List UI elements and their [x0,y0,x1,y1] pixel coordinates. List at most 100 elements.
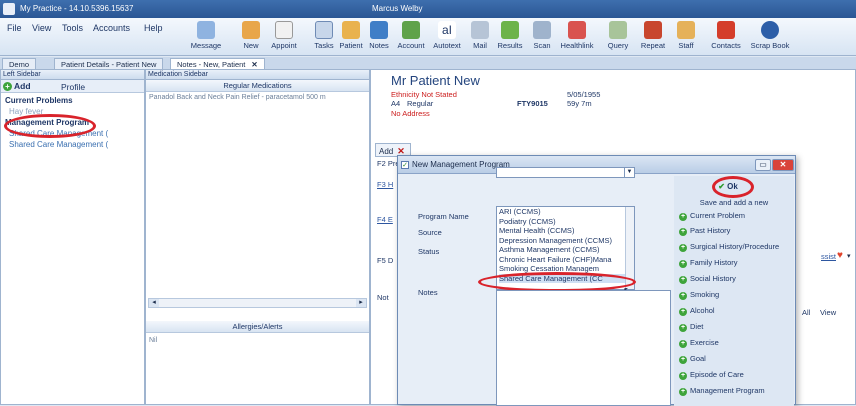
list-item[interactable]: Chronic Heart Failure (CHF)Mana [499,255,634,265]
mail-button[interactable]: Mail [468,20,492,54]
query-button[interactable]: Query [603,20,633,54]
contacts-button[interactable]: Contacts [706,20,746,54]
list-item[interactable]: ARI (CCMS) [499,207,634,217]
tree-current-problems[interactable]: Current Problems [5,95,140,106]
add-exercise-button[interactable]: + Exercise [679,338,719,348]
regular-medications-header: Regular Medications [146,80,369,92]
calendar-icon [275,21,293,39]
field-f4-label[interactable]: F4 E [377,215,393,224]
add-smoking-button[interactable]: + Smoking [679,290,719,300]
add-icon: + [679,292,687,300]
healthlink-button[interactable]: Healthlink [557,20,597,54]
assist-link[interactable]: ssist [821,252,836,261]
tab-notes[interactable]: Notes - New, Patient ✕ [170,58,265,69]
status-label: Status [418,247,440,256]
minimize-button[interactable]: ▭ [755,159,771,171]
repeat-button[interactable]: Repeat [636,20,670,54]
regular-medication-item[interactable]: Panadol Back and Neck Pain Relief - para… [146,92,369,103]
add-current-problem-button[interactable]: + Current Problem [679,211,745,221]
tab-demo[interactable]: Demo [2,58,37,69]
patient-icon [342,21,360,39]
tab-patient-details[interactable]: Patient Details - Patient New [54,58,164,69]
add-icon: + [679,228,687,236]
title-bar: My Practice - 14.10.5396.15637 Marcus We… [0,0,856,18]
add-icon: + [679,260,687,268]
tasks-button[interactable]: Tasks [312,20,336,54]
chevron-down-icon[interactable]: ▾ [847,252,851,260]
patient-dob: 5/05/1955 [567,90,601,99]
field-f3-label[interactable]: F3 H [377,180,393,189]
add-episode-of-care-button[interactable]: + Episode of Care [679,370,744,380]
add-surgical-history-button[interactable]: + Surgical History/Procedure [679,242,779,252]
list-item[interactable]: Podiatry (CCMS) [499,217,634,227]
notes-field[interactable] [496,290,671,406]
message-button[interactable]: Message [188,20,224,54]
close-icon[interactable]: ✕ [251,60,257,69]
staff-button[interactable]: Staff [672,20,700,54]
add-icon: + [679,308,687,316]
add-past-history-button[interactable]: + Past History [679,226,730,236]
horizontal-scrollbar[interactable]: ◂ ▸ [148,298,367,308]
autotext-button[interactable]: aI Autotext [430,20,464,54]
dialog-close-button[interactable]: ✕ [772,159,794,171]
ribbon-toolbar: File View Tools Accounts Help Message Ne… [0,18,856,56]
scrapbook-button[interactable]: Scrap Book [748,20,792,54]
account-icon [402,21,420,39]
medication-sidebar-header: Medication Sidebar [146,70,369,80]
staff-icon [677,21,695,39]
menu-file[interactable]: File [7,23,22,33]
add-icon: + [3,82,12,91]
medication-sidebar: Medication Sidebar Regular Medications P… [145,69,370,405]
new-button[interactable]: New [238,20,264,54]
appoint-button[interactable]: Appoint [266,20,302,54]
notes-icon [370,21,388,39]
patient-ethnicity: Ethnicity Not Stated [391,90,457,99]
add-family-history-button[interactable]: + Family History [679,258,738,268]
add-diet-button[interactable]: + Diet [679,322,703,332]
add-alcohol-button[interactable]: + Alcohol [679,306,715,316]
scroll-left-icon[interactable]: ◂ [149,299,159,307]
view-button[interactable]: View [820,308,836,317]
all-button[interactable]: All [802,308,810,317]
patient-address: No Address [391,109,430,118]
add-management-program-button[interactable]: + Management Program [679,386,765,396]
program-name-combo[interactable]: ▼ [496,167,635,178]
add-icon: + [679,276,687,284]
add-icon: + [679,356,687,364]
heart-icon: ♥ [837,250,843,261]
list-item[interactable]: Asthma Management (CCMS) [499,245,634,255]
menu-view[interactable]: View [32,23,51,33]
patient-name: Mr Patient New [391,73,480,88]
account-button[interactable]: Account [393,20,429,54]
checkbox-icon: ✓ [401,161,409,169]
save-and-add-label: Save and add a new [699,198,769,207]
add-social-history-button[interactable]: + Social History [679,274,736,284]
tree-item-shared-care-2[interactable]: Shared Care Management ( [5,139,140,150]
results-button[interactable]: Results [493,20,527,54]
add-button[interactable]: + Add [3,81,31,91]
scrapbook-icon [761,21,779,39]
patient-button[interactable]: Patient [337,20,365,54]
phone-icon [717,21,735,39]
add-icon: + [679,213,687,221]
list-item[interactable]: Depression Management (CCMS) [499,236,634,246]
menu-accounts[interactable]: Accounts [93,23,130,33]
mail-icon [471,21,489,39]
profile-button[interactable]: Profile [61,82,85,92]
window-title: My Practice - 14.10.5396.15637 [20,4,134,13]
menu-tools[interactable]: Tools [62,23,83,33]
scroll-right-icon[interactable]: ▸ [356,299,366,307]
repeat-icon [644,21,662,39]
app-icon [3,3,15,15]
scan-button[interactable]: Scan [529,20,555,54]
list-item[interactable]: Mental Health (CCMS) [499,226,634,236]
add-goal-button[interactable]: + Goal [679,354,706,364]
menu-help[interactable]: Help [144,23,163,33]
program-name-label: Program Name [418,212,469,221]
notes-button[interactable]: Notes [366,20,392,54]
notes-tab[interactable]: Not [377,293,389,302]
scan-icon [533,21,551,39]
allergies-item: Nil [149,337,158,344]
chevron-down-icon[interactable]: ▼ [624,168,634,177]
tasks-icon [315,21,333,39]
